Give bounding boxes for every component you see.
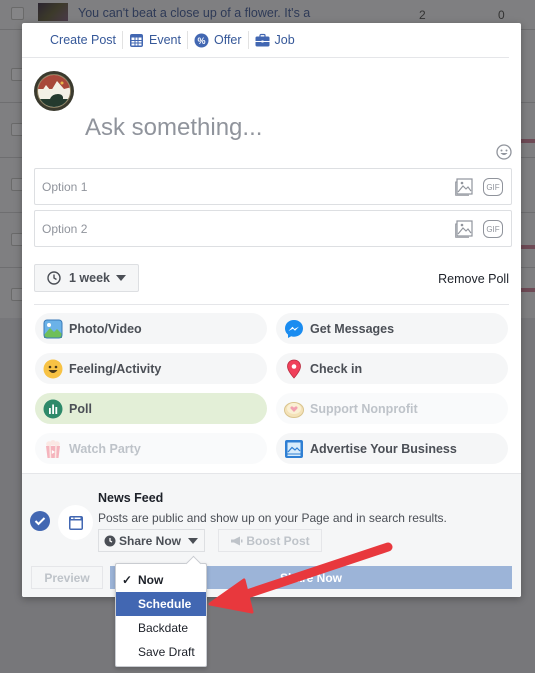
location-pin-icon <box>284 359 304 379</box>
bg-row-text: You can't beat a close up of a flower. I… <box>78 6 311 20</box>
create-post-dialog: Create Post Event % Offer Job Ask someth… <box>22 23 521 597</box>
popcorn-icon <box>43 439 63 459</box>
action-label: Feeling/Activity <box>69 361 162 376</box>
offer-badge-icon: % <box>194 33 209 48</box>
bg-row-count: 0 <box>498 8 505 22</box>
page-avatar <box>34 71 74 111</box>
menu-item-label: Backdate <box>138 621 189 635</box>
action-feeling-activity[interactable]: Feeling/Activity <box>35 353 267 384</box>
option-placeholder: Option 1 <box>42 180 88 194</box>
chevron-down-icon <box>116 275 127 281</box>
bg-row-count: 2 <box>419 8 426 22</box>
action-label: Get Messages <box>310 321 395 336</box>
tab-label: Offer <box>213 33 242 47</box>
poll-duration-dropdown[interactable]: 1 week <box>34 264 139 292</box>
tab-create-post[interactable]: Create Post <box>50 31 124 49</box>
news-feed-checkbox[interactable] <box>30 511 50 531</box>
checkmark-icon <box>34 517 46 526</box>
menu-item-schedule[interactable]: Schedule <box>116 592 206 616</box>
bg-row-thumbnail <box>38 3 68 21</box>
checkmark-icon: ✓ <box>122 573 133 587</box>
photo-icon <box>43 319 63 339</box>
smiley-icon <box>43 359 63 379</box>
tab-event[interactable]: Event <box>123 31 188 49</box>
action-photo-video[interactable]: Photo/Video <box>35 313 267 344</box>
share-timing-dropdown[interactable]: Share Now <box>98 529 205 552</box>
chevron-down-icon <box>188 537 199 544</box>
action-label: Watch Party <box>69 441 141 456</box>
svg-text:%: % <box>197 36 205 46</box>
share-timing-menu: ✓ Now Schedule Backdate Save Draft <box>115 563 207 667</box>
preview-button[interactable]: Preview <box>31 566 103 589</box>
menu-item-label: Schedule <box>138 597 192 611</box>
action-label: Advertise Your Business <box>310 441 457 456</box>
poll-option-1-input[interactable]: Option 1 GIF <box>34 168 512 205</box>
clock-icon <box>104 535 116 547</box>
action-label: Photo/Video <box>69 321 142 336</box>
bg-stripe <box>520 288 535 292</box>
emoji-picker-icon[interactable] <box>496 144 512 165</box>
nonprofit-heart-icon <box>284 399 304 419</box>
menu-item-label: Save Draft <box>138 645 195 659</box>
calendar-icon <box>129 33 144 48</box>
destination-title: News Feed <box>98 491 164 505</box>
add-image-icon[interactable] <box>455 178 474 196</box>
advertise-icon <box>284 439 304 459</box>
poll-icon <box>43 399 63 419</box>
remove-poll-link[interactable]: Remove Poll <box>438 272 509 286</box>
post-type-tabs: Create Post Event % Offer Job <box>22 23 509 58</box>
bg-row-checkbox <box>11 7 24 20</box>
action-check-in[interactable]: Check in <box>276 353 508 384</box>
tab-label: Job <box>274 33 295 47</box>
bg-stripe <box>520 245 535 249</box>
poll-option-2-input[interactable]: Option 2 GIF <box>34 210 512 247</box>
divider <box>34 304 509 305</box>
messenger-icon <box>284 319 304 339</box>
action-label: Poll <box>69 401 92 416</box>
tab-offer[interactable]: % Offer <box>188 31 249 49</box>
menu-item-label: Now <box>138 573 164 587</box>
tab-label: Event <box>149 33 181 47</box>
menu-item-now[interactable]: ✓ Now <box>116 568 206 592</box>
bg-stripe <box>520 139 535 143</box>
menu-item-backdate[interactable]: Backdate <box>116 616 206 640</box>
share-timing-value: Share Now <box>119 533 182 548</box>
action-watch-party: Watch Party <box>35 433 267 464</box>
megaphone-icon <box>230 536 243 546</box>
tab-label: Create Post <box>50 33 117 47</box>
destination-description: Posts are public and show up on your Pag… <box>98 511 447 525</box>
add-image-icon[interactable] <box>455 220 474 238</box>
composer-area[interactable]: Ask something... <box>22 58 521 168</box>
tab-job[interactable]: Job <box>249 31 301 49</box>
action-poll[interactable]: Poll <box>35 393 267 424</box>
action-get-messages[interactable]: Get Messages <box>276 313 508 344</box>
news-feed-icon <box>58 505 93 540</box>
action-support-nonprofit: Support Nonprofit <box>276 393 508 424</box>
action-advertise-business[interactable]: Advertise Your Business <box>276 433 508 464</box>
gif-icon[interactable]: GIF <box>483 178 503 196</box>
question-input[interactable]: Ask something... <box>85 114 262 142</box>
boost-label: Boost Post <box>246 533 310 548</box>
boost-post-button[interactable]: Boost Post <box>218 529 322 552</box>
action-label: Check in <box>310 361 363 376</box>
duration-value: 1 week <box>69 271 111 285</box>
gif-icon[interactable]: GIF <box>483 220 503 238</box>
briefcase-icon <box>255 33 270 48</box>
option-placeholder: Option 2 <box>42 222 88 236</box>
menu-item-save-draft[interactable]: Save Draft <box>116 640 206 664</box>
action-label: Support Nonprofit <box>310 401 418 416</box>
post-destination-footer: News Feed Posts are public and show up o… <box>22 473 521 597</box>
clock-icon <box>47 271 61 285</box>
